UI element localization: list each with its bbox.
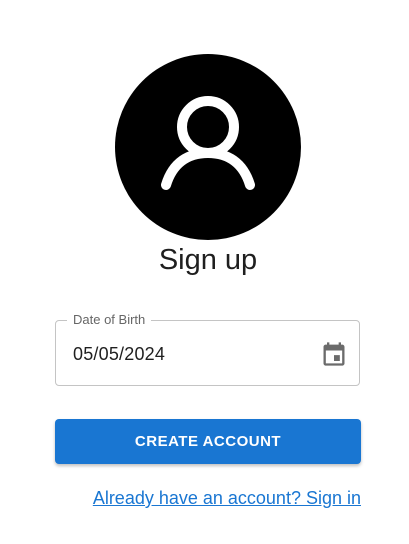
create-account-button[interactable]: CREATE ACCOUNT <box>55 419 361 464</box>
date-of-birth-field[interactable]: Date of Birth 05/05/2024 <box>55 312 360 386</box>
sign-up-page: Sign up Date of Birth 05/05/2024 CREATE … <box>0 0 409 544</box>
date-of-birth-label: Date of Birth <box>67 312 152 328</box>
sign-in-link[interactable]: Already have an account? Sign in <box>60 486 361 510</box>
date-of-birth-input[interactable]: 05/05/2024 <box>73 343 165 365</box>
person-outline-icon <box>161 96 255 190</box>
page-title: Sign up <box>158 244 258 276</box>
open-calendar-button[interactable] <box>320 340 348 368</box>
avatar <box>115 54 301 240</box>
calendar-icon <box>323 342 345 366</box>
